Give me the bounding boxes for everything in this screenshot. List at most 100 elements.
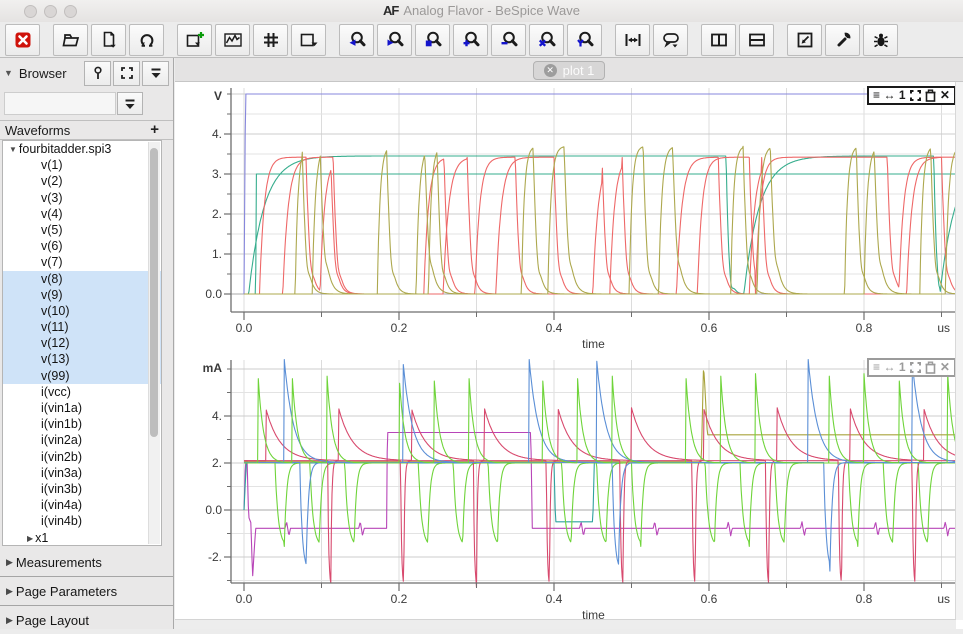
browser-menu-button[interactable] xyxy=(142,61,169,86)
plot-menu-icon[interactable]: ≡ xyxy=(873,88,880,103)
tree-item-i-vin3a-[interactable]: i(vin3a) xyxy=(3,465,161,481)
collapsed-arrow-icon: ▶ xyxy=(6,557,13,568)
tree-item-v-9-[interactable]: v(9) xyxy=(3,287,161,303)
add-plot-button[interactable] xyxy=(177,24,212,56)
tree-item-v-10-[interactable]: v(10) xyxy=(3,303,161,319)
filter-input[interactable] xyxy=(4,92,116,115)
curve-display-button[interactable] xyxy=(215,24,250,56)
browser-expand-arrow[interactable]: ▼ xyxy=(4,68,13,78)
section-measurements[interactable]: ▶Measurements xyxy=(0,548,173,576)
zoom-in-button[interactable] xyxy=(453,24,488,56)
detach-button[interactable] xyxy=(113,61,140,86)
svg-text:4.: 4. xyxy=(212,127,222,141)
tree-item-i-vin4b-[interactable]: i(vin4b) xyxy=(3,513,161,529)
page-number[interactable]: 1 xyxy=(899,360,906,375)
zoom-out-icon xyxy=(499,30,519,50)
plot2-corner-toolbar: ≡↔ 1 ✕ xyxy=(867,358,956,377)
tree-item-v-4-[interactable]: v(4) xyxy=(3,206,161,222)
tree-item-v-11-[interactable]: v(11) xyxy=(3,319,161,335)
zoom-next-button[interactable] xyxy=(377,24,412,56)
filter-row xyxy=(0,88,173,120)
tree-item-x1[interactable]: ▶x1 xyxy=(3,530,161,546)
main-toolbar xyxy=(0,22,963,58)
maximize-icon[interactable] xyxy=(909,361,922,374)
tree-item-label: v(1) xyxy=(41,158,63,172)
tree-item-v-3-[interactable]: v(3) xyxy=(3,190,161,206)
tree-item-i-vin2a-[interactable]: i(vin2a) xyxy=(3,432,161,448)
tree-item-v-99-[interactable]: v(99) xyxy=(3,368,161,384)
fit-x-icon[interactable]: ↔ xyxy=(883,360,895,375)
tab-close-icon[interactable]: ✕ xyxy=(544,64,557,77)
grid-settings-button[interactable] xyxy=(253,24,288,56)
tree-item-i-vin3b-[interactable]: i(vin3b) xyxy=(3,481,161,497)
fit-horizontal-button[interactable] xyxy=(615,24,650,56)
zoom-next-icon xyxy=(385,30,405,50)
current-plot[interactable]: -2.0.02.4.mA0.00.20.40.60.8ustime xyxy=(175,356,956,620)
refresh-button[interactable] xyxy=(129,24,164,56)
section-page-layout[interactable]: ▶Page Layout xyxy=(0,605,173,634)
page-number[interactable]: 1 xyxy=(899,88,906,103)
tree-item-label: v(5) xyxy=(41,223,63,237)
export-plot-icon xyxy=(299,30,319,50)
close-plot-icon[interactable]: ✕ xyxy=(940,360,950,375)
tree-item-v-7-[interactable]: v(7) xyxy=(3,254,161,270)
plot-menu-icon[interactable]: ≡ xyxy=(873,360,880,375)
tree-item-fourbitadder-spi3[interactable]: ▼fourbitadder.spi3 xyxy=(3,141,161,157)
collapsed-arrow-icon[interactable]: ▶ xyxy=(27,534,33,543)
maximize-icon[interactable] xyxy=(909,89,922,102)
tree-item-label: i(vcc) xyxy=(41,385,71,399)
expanded-arrow-icon[interactable]: ▼ xyxy=(9,145,17,154)
tree-item-v-6-[interactable]: v(6) xyxy=(3,238,161,254)
pin-button[interactable] xyxy=(84,61,111,86)
add-waveform-button[interactable]: + xyxy=(150,121,159,139)
vertical-scrollbar[interactable] xyxy=(955,82,963,620)
debug-button[interactable] xyxy=(863,24,898,56)
section-page-parameters[interactable]: ▶Page Parameters xyxy=(0,576,173,605)
reload-file-button[interactable] xyxy=(91,24,126,56)
zoom-out-button[interactable] xyxy=(491,24,526,56)
browser-label: Browser xyxy=(19,66,84,81)
tree-item-i-vin1a-[interactable]: i(vin1a) xyxy=(3,400,161,416)
settings-button[interactable] xyxy=(825,24,860,56)
split-horizontal-button[interactable] xyxy=(739,24,774,56)
delete-plot-icon[interactable] xyxy=(925,361,936,374)
zoom-rect-button[interactable] xyxy=(415,24,450,56)
export-window-icon xyxy=(795,30,815,50)
close-document-button[interactable] xyxy=(5,24,40,56)
svg-text:0.2: 0.2 xyxy=(391,592,408,606)
cursor-tool-button[interactable] xyxy=(653,24,688,56)
zoom-previous-button[interactable] xyxy=(339,24,374,56)
fit-horizontal-icon xyxy=(623,30,643,50)
tree-scrollbar[interactable] xyxy=(148,142,160,544)
tree-item-v-12-[interactable]: v(12) xyxy=(3,335,161,351)
tree-item-v-8-[interactable]: v(8) xyxy=(3,271,161,287)
tree-item-v-1-[interactable]: v(1) xyxy=(3,157,161,173)
horizontal-scrollbar[interactable] xyxy=(175,619,956,629)
export-window-button[interactable] xyxy=(787,24,822,56)
tree-item-i-vin1b-[interactable]: i(vin1b) xyxy=(3,416,161,432)
tab-plot-1[interactable]: ✕ plot 1 xyxy=(533,61,606,80)
close-plot-icon[interactable]: ✕ xyxy=(940,88,950,103)
tree-item-i-vin2b-[interactable]: i(vin2b) xyxy=(3,449,161,465)
tree-scrollbar-thumb[interactable] xyxy=(150,148,158,437)
open-file-button[interactable] xyxy=(53,24,88,56)
voltage-plot[interactable]: 0.01.2.3.4.V0.00.20.40.60.8ustime xyxy=(175,84,956,356)
tree-item-label: v(12) xyxy=(41,336,69,350)
svg-text:0.8: 0.8 xyxy=(856,592,873,606)
tree-item-v-13-[interactable]: v(13) xyxy=(3,351,161,367)
tree-item-label: i(vin1a) xyxy=(41,401,82,415)
tree-item-label: v(99) xyxy=(41,369,69,383)
zoom-fit-y-button[interactable] xyxy=(567,24,602,56)
trace-i-magenta xyxy=(244,433,956,576)
tree-item-v-5-[interactable]: v(5) xyxy=(3,222,161,238)
tree-item-label: fourbitadder.spi3 xyxy=(19,142,111,156)
export-plot-button[interactable] xyxy=(291,24,326,56)
zoom-fit-x-button[interactable] xyxy=(529,24,564,56)
delete-plot-icon[interactable] xyxy=(925,89,936,102)
fit-x-icon[interactable]: ↔ xyxy=(883,88,895,103)
split-vertical-button[interactable] xyxy=(701,24,736,56)
tree-item-v-2-[interactable]: v(2) xyxy=(3,173,161,189)
filter-menu-button[interactable] xyxy=(117,92,143,115)
tree-item-i-vin4a-[interactable]: i(vin4a) xyxy=(3,497,161,513)
tree-item-i-vcc-[interactable]: i(vcc) xyxy=(3,384,161,400)
